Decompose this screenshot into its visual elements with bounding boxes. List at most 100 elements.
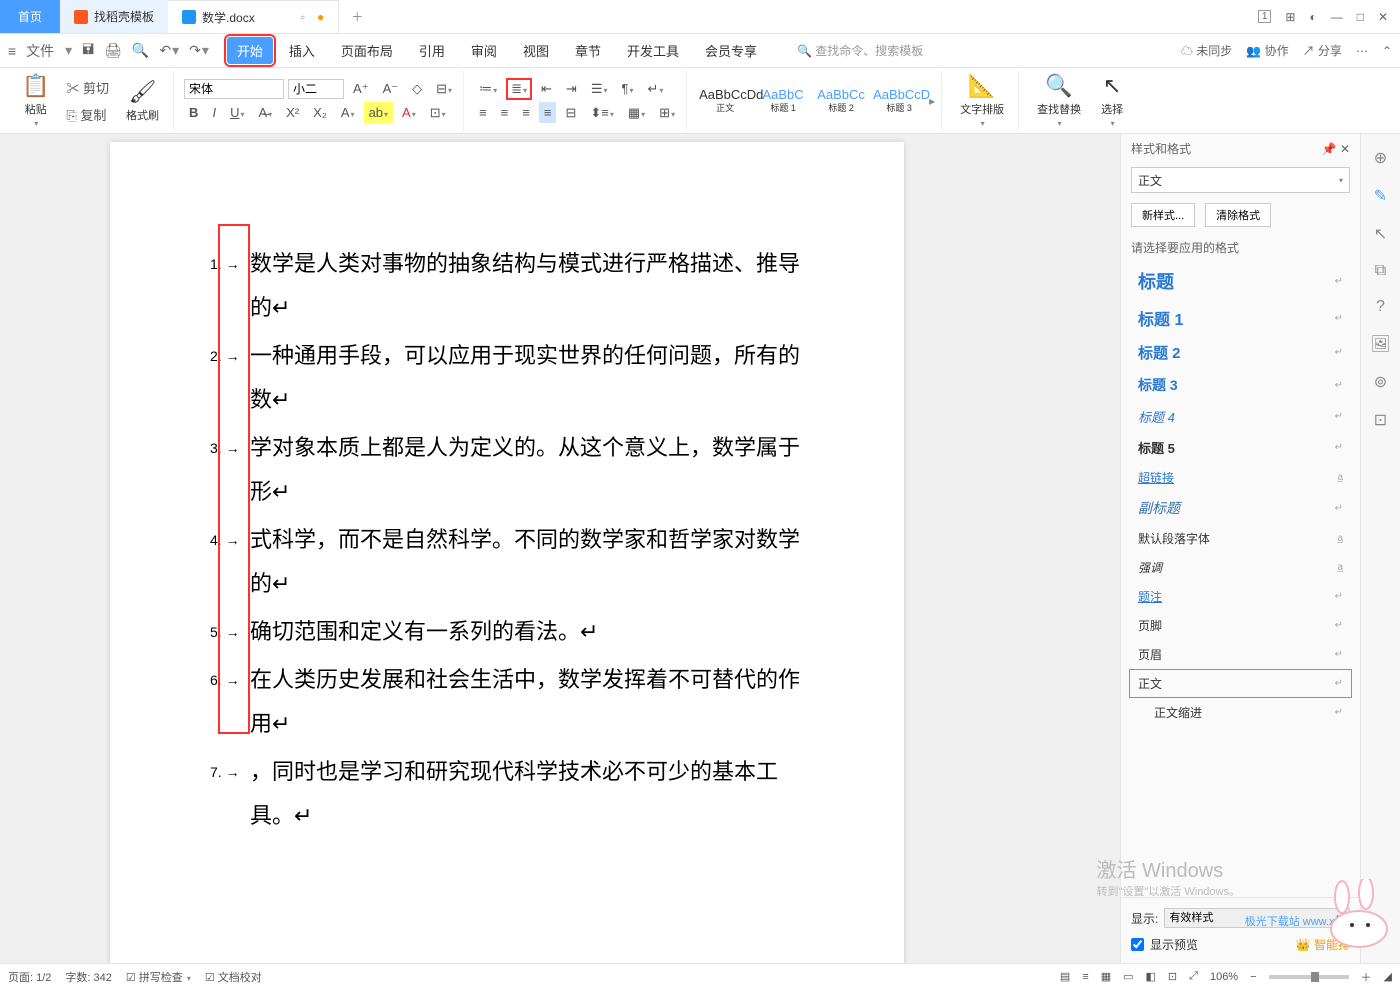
pin-icon[interactable]: 📌 — [1322, 142, 1337, 156]
copy-button[interactable]: ⎘ 复制 — [61, 102, 114, 127]
style-item[interactable]: 标题 1↵ — [1129, 300, 1352, 336]
zoom-out-button[interactable]: − — [1250, 971, 1256, 983]
cut-button[interactable]: ✂ 剪切 — [61, 75, 114, 100]
tab-sections[interactable]: 章节 — [565, 37, 611, 64]
image-icon[interactable]: 🖼 — [1370, 334, 1390, 354]
align-right-button[interactable]: ≡ — [517, 102, 535, 123]
smart-layout-link[interactable]: 👑 智能排 — [1296, 936, 1350, 953]
fullscreen-icon[interactable]: ⤢ — [1189, 970, 1198, 983]
qat-redo-icon[interactable]: ↷▾ — [189, 42, 209, 59]
align-distribute-button[interactable]: ⊟ — [560, 102, 581, 124]
sync-status[interactable]: ☁ 未同步 — [1181, 42, 1232, 59]
view-print-icon[interactable]: ▤ — [1060, 970, 1070, 983]
link-icon[interactable]: ⧉ — [1375, 262, 1386, 280]
change-case-button[interactable]: A▾ — [336, 102, 360, 123]
tab-references[interactable]: 引用 — [409, 37, 455, 64]
style-item[interactable]: 标题 5↵ — [1129, 432, 1352, 463]
more-icon[interactable]: ⋯ — [1356, 44, 1368, 58]
share-button[interactable]: ↗ 分享 — [1303, 42, 1342, 59]
current-style-select[interactable]: 正文▾ — [1131, 167, 1350, 193]
tab-document[interactable]: 数学.docx ▫ ● — [168, 0, 339, 33]
page-indicator[interactable]: 页面: 1/2 — [8, 969, 51, 985]
bold-button[interactable]: B — [184, 102, 203, 123]
style-item[interactable]: 题注↵ — [1129, 582, 1352, 611]
bullets-button[interactable]: ≔▾ — [474, 78, 502, 100]
style-item[interactable]: 标题 2↵ — [1129, 336, 1352, 369]
file-menu[interactable]: 文件 — [26, 41, 54, 61]
leftpanel-icon[interactable]: ◧ — [1146, 970, 1156, 983]
new-tab-button[interactable]: ＋ — [339, 0, 375, 33]
paste-button[interactable]: 📋粘贴▾ — [14, 69, 57, 132]
zoom-level[interactable]: 106% — [1210, 971, 1238, 983]
view-mode-icon[interactable]: ⊡ — [1168, 970, 1177, 983]
menu-icon[interactable]: ≡ — [8, 43, 16, 59]
settings-icon[interactable]: ⊚ — [1374, 372, 1387, 392]
qat-preview-icon[interactable]: 🔍 — [132, 42, 149, 59]
corner-icon[interactable]: ◢ — [1384, 970, 1392, 983]
layout-icon[interactable]: 1 — [1258, 10, 1272, 23]
phonetic-icon[interactable]: ⊟▾ — [431, 78, 457, 100]
help-icon[interactable]: ? — [1376, 298, 1385, 316]
font-color-button[interactable]: A▾ — [397, 102, 421, 123]
close-button[interactable]: ✕ — [1378, 10, 1388, 24]
text-direction-button[interactable]: ☰▾ — [586, 78, 613, 100]
tab-page-layout[interactable]: 页面布局 — [331, 37, 403, 64]
decrease-indent-button[interactable]: ⇤ — [536, 78, 557, 100]
find-replace-button[interactable]: 🔍查找替换▾ — [1029, 69, 1089, 132]
qat-print-icon[interactable]: 🖨 — [104, 42, 122, 59]
new-style-button[interactable]: 新样式... — [1131, 203, 1195, 227]
zoom-slider[interactable] — [1269, 975, 1349, 979]
zoom-in-button[interactable]: ＋ — [1361, 969, 1372, 985]
strikethrough-button[interactable]: A̶▾ — [253, 102, 277, 123]
word-count[interactable]: 字数: 342 — [65, 969, 111, 985]
proofing-button[interactable]: ☑ 文档校对 — [205, 969, 262, 985]
underline-button[interactable]: U▾ — [225, 102, 249, 123]
close-panel-icon[interactable]: ✕ — [1340, 142, 1350, 156]
clear-format-button[interactable]: 清除格式 — [1205, 203, 1271, 227]
style-item[interactable]: 强调a̲ — [1129, 553, 1352, 582]
clear-format-icon[interactable]: ◇ — [407, 78, 427, 100]
align-center-button[interactable]: ≡ — [496, 102, 514, 123]
styles-more-icon[interactable]: ▸ — [929, 94, 935, 108]
view-read-icon[interactable]: ▭ — [1123, 970, 1133, 983]
style-item[interactable]: 页脚↵ — [1129, 611, 1352, 640]
view-outline-icon[interactable]: ≡ — [1082, 971, 1088, 983]
size-select[interactable] — [288, 79, 344, 99]
subscript-button[interactable]: X₂ — [308, 102, 332, 123]
qat-save-icon[interactable]: 🖬 — [82, 39, 94, 63]
view-web-icon[interactable]: ▦ — [1101, 970, 1111, 983]
decrease-font-icon[interactable]: A⁻ — [378, 78, 404, 100]
increase-indent-button[interactable]: ⇥ — [561, 78, 582, 100]
avatar-icon[interactable]: ◐ — [1309, 10, 1316, 24]
grid-icon[interactable]: ⊞ — [1285, 10, 1295, 24]
spellcheck-button[interactable]: ☑ 拼写检查 ▾ — [126, 969, 191, 985]
tab-view[interactable]: 视图 — [513, 37, 559, 64]
shading-button[interactable]: ▦▾ — [623, 102, 650, 124]
style-item[interactable]: 正文↵ — [1129, 669, 1352, 698]
tab-devtools[interactable]: 开发工具 — [617, 37, 689, 64]
sort-button[interactable]: ¶▾ — [616, 78, 638, 99]
align-left-button[interactable]: ≡ — [474, 102, 492, 123]
style-normal[interactable]: AaBbCcDd正文 — [697, 85, 753, 115]
style-item[interactable]: 标题 4↵ — [1129, 401, 1352, 432]
tab-start[interactable]: 开始 — [227, 37, 273, 64]
style-h3[interactable]: AaBbCcD标题 3 — [871, 85, 927, 115]
border-button[interactable]: ⊡▾ — [425, 102, 451, 124]
tab-review[interactable]: 审阅 — [461, 37, 507, 64]
layout-icon2[interactable]: ⊡ — [1374, 410, 1387, 430]
collab-button[interactable]: 👥 协作 — [1246, 42, 1288, 59]
pointer-icon[interactable]: ↖ — [1374, 224, 1387, 244]
tab-insert[interactable]: 插入 — [279, 37, 325, 64]
style-item[interactable]: 标题 3↵ — [1129, 369, 1352, 401]
pencil-icon[interactable]: ✎ — [1374, 186, 1387, 206]
align-justify-button[interactable]: ≡ — [539, 102, 557, 123]
tab-home[interactable]: 首页 — [0, 0, 60, 33]
select-button[interactable]: ↖选择▾ — [1093, 69, 1131, 132]
maximize-button[interactable]: □ — [1357, 10, 1364, 24]
increase-font-icon[interactable]: A⁺ — [348, 78, 374, 100]
superscript-button[interactable]: X² — [281, 102, 304, 123]
line-spacing-button[interactable]: ⬍≡▾ — [585, 102, 619, 124]
style-item[interactable]: 标题↵ — [1129, 262, 1352, 300]
text-layout-button[interactable]: 📐文字排版▾ — [952, 69, 1012, 132]
command-search[interactable]: 🔍 查找命令、搜索模板 — [797, 42, 923, 59]
